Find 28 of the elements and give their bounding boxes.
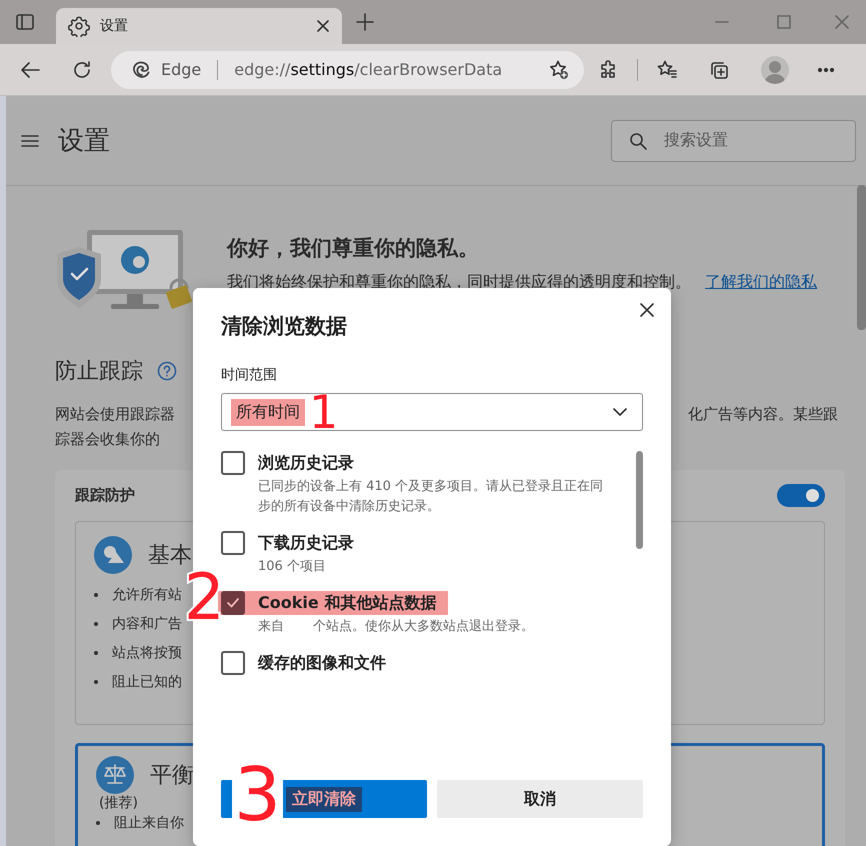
option-title: 缓存的图像和文件 — [258, 652, 386, 674]
bullet-text: 允许所有站 — [112, 586, 182, 604]
description-text: 踪器会收集你的 — [55, 429, 161, 450]
privacy-heading: 你好，我们尊重你的隐私。 — [227, 235, 480, 262]
option-description: 来自 个站点。使你从大多数站点退出登录。 — [258, 618, 535, 636]
bullet-text: 阻止已知的 — [112, 672, 182, 690]
section-title: 防止跟踪 — [55, 358, 143, 386]
option-title: 浏览历史记录 — [258, 452, 354, 474]
card-title: 跟踪防护 — [75, 486, 135, 505]
dialog-title: 清除浏览数据 — [221, 313, 348, 340]
url-text: edge://settings/clearBrowserData — [234, 60, 504, 79]
level-subtitle: (推荐) — [99, 794, 138, 812]
bullet-text: 内容和广告 — [112, 614, 182, 632]
site-label: Edge — [161, 60, 202, 79]
tab-title: 设置 — [100, 17, 129, 35]
bullet-text: 站点将按预 — [112, 644, 182, 662]
option-description: 106 个项目 — [258, 558, 327, 576]
field-label: 时间范围 — [221, 366, 278, 384]
option-title: Cookie 和其他站点数据 — [258, 592, 436, 614]
level-title: 平衡 — [150, 762, 194, 790]
page-title: 设置 — [58, 125, 110, 158]
option-description: 已同步的设备上有 410 个及更多项目。请从已登录且正在同步的所有设备中清除历史记录。 — [258, 478, 604, 516]
dropdown-value: 所有时间 — [231, 398, 305, 426]
option-title: 下载历史记录 — [258, 532, 354, 554]
bullet-text: 阻止来自你 — [114, 814, 184, 832]
annotation-number: 1 — [309, 394, 338, 430]
description-text: 网站会使用跟踪器 — [55, 404, 176, 425]
description-text: 化广告等内容。某些跟 — [688, 404, 838, 425]
